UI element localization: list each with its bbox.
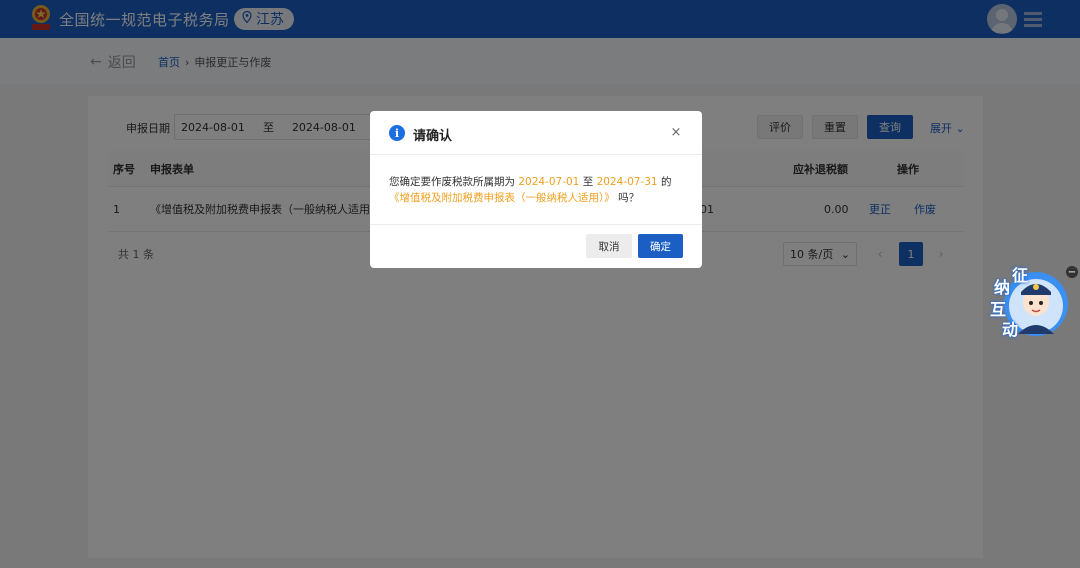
mascot-char-2: 纳 [994, 278, 1011, 297]
interaction-mascot-widget[interactable]: 征 纳 互 动 [988, 262, 1072, 342]
dialog-message: 您确定要作废税款所属期为 2024-07-01 至 2024-07-31 的 《… [389, 174, 685, 206]
mascot-char-4: 动 [1002, 320, 1019, 339]
period-start: 2024-07-01 [518, 176, 580, 188]
confirm-button[interactable]: 确定 [638, 234, 683, 258]
period-end: 2024-07-31 [596, 176, 658, 188]
message-prefix: 您确定要作废税款所属期为 [389, 176, 515, 188]
period-separator: 至 [582, 176, 594, 188]
modal-overlay[interactable] [0, 0, 1080, 568]
mascot-char-1: 征 [1012, 266, 1029, 285]
close-icon[interactable]: × [668, 124, 684, 140]
cancel-button[interactable]: 取消 [586, 234, 632, 258]
form-name: 《增值税及附加税费申报表（一般纳税人适用）》 [389, 192, 615, 204]
mascot-minimize-button[interactable]: − [1066, 266, 1078, 278]
message-question: 吗？ [618, 192, 640, 204]
dialog-footer-divider [370, 224, 702, 225]
dialog-header: i 请确认 × [370, 111, 702, 155]
dialog-title: 请确认 [413, 129, 453, 144]
info-icon: i [389, 125, 405, 141]
message-suffix: 的 [660, 176, 672, 188]
confirm-dialog: i 请确认 × 您确定要作废税款所属期为 2024-07-01 至 2024-0… [370, 111, 702, 268]
